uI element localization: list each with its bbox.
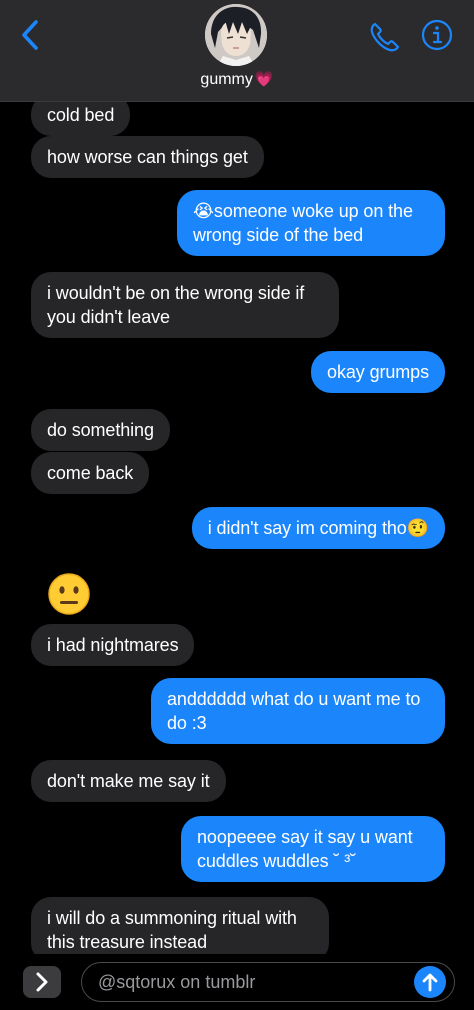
info-button[interactable]: [420, 18, 454, 52]
message-incoming: how worse can things get: [31, 136, 264, 178]
message-list[interactable]: cold bed how worse can things get 😭someo…: [0, 102, 474, 954]
heart-emoji: 💗: [254, 71, 274, 88]
message-incoming: i wouldn't be on the wrong side if you d…: [31, 272, 339, 338]
message-incoming: cold bed: [31, 102, 131, 136]
info-icon: [421, 19, 453, 51]
message-outgoing: i didn't say im coming tho🤨: [191, 507, 445, 549]
chevron-left-icon: [22, 20, 38, 50]
call-button[interactable]: [368, 20, 402, 54]
message-outgoing: noopeeee say it say u want cuddles wuddl…: [181, 816, 445, 882]
apps-button[interactable]: [23, 966, 61, 998]
composer-bar: [0, 954, 474, 1010]
message-incoming: i had nightmares: [31, 624, 195, 666]
conversation-header: gummy 💗: [0, 0, 474, 102]
neutral-face-emoji-message: [47, 572, 91, 616]
send-button[interactable]: [414, 966, 446, 998]
message-outgoing: okay grumps: [311, 351, 445, 393]
contact-name[interactable]: gummy 💗: [0, 70, 474, 89]
chevron-right-icon: [36, 972, 48, 992]
message-input[interactable]: [81, 962, 455, 1002]
message-incoming: do something: [31, 409, 170, 451]
phone-icon: [370, 22, 400, 52]
avatar[interactable]: [205, 4, 267, 66]
anime-avatar-image: [205, 4, 267, 66]
arrow-up-icon: [422, 973, 438, 992]
message-outgoing: 😭someone woke up on the wrong side of th…: [177, 190, 445, 256]
message-incoming: don't make me say it: [31, 760, 226, 802]
message-incoming: come back: [31, 452, 150, 494]
contact-name-text: gummy: [200, 71, 253, 88]
back-button[interactable]: [16, 18, 46, 52]
neutral-face-icon: [48, 573, 90, 615]
message-outgoing: andddddd what do u want me to do :3: [151, 678, 445, 744]
message-incoming: i will do a summoning ritual with this t…: [31, 897, 329, 954]
